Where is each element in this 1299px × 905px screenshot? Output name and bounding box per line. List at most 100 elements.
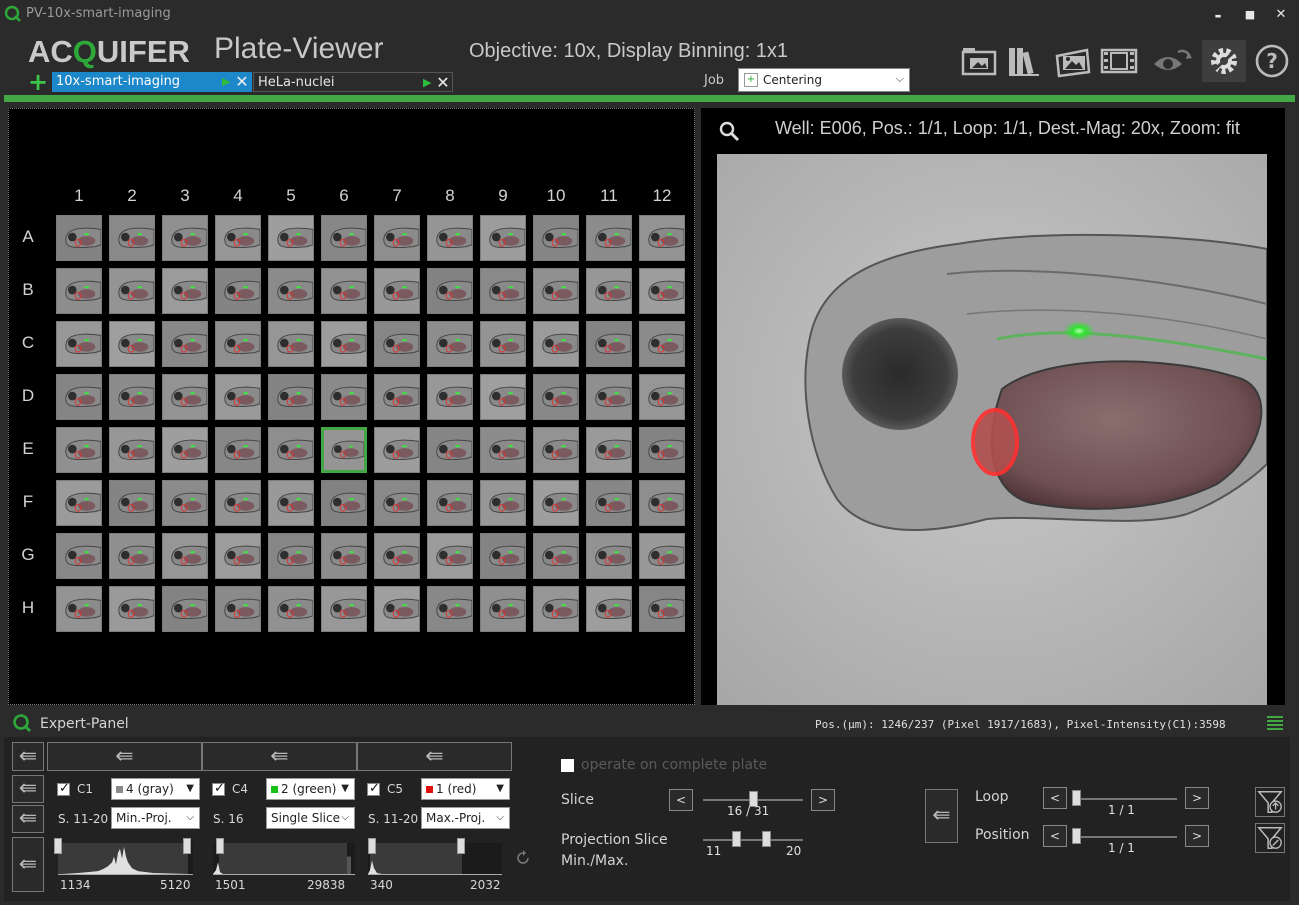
- channel-c4-mode-select[interactable]: Single Slice ⌵: [266, 807, 355, 829]
- loop-slider-thumb[interactable]: [1072, 790, 1081, 806]
- well-D10[interactable]: [533, 374, 579, 420]
- well-A3[interactable]: [162, 215, 208, 261]
- well-G3[interactable]: [162, 533, 208, 579]
- well-A2[interactable]: [109, 215, 155, 261]
- view-sync-button[interactable]: [1150, 40, 1194, 82]
- well-A6[interactable]: [321, 215, 367, 261]
- microscope-image[interactable]: [717, 154, 1268, 705]
- well-B3[interactable]: [162, 268, 208, 314]
- channel-c5-min-handle[interactable]: [368, 838, 376, 854]
- well-F9[interactable]: [480, 480, 526, 526]
- well-D1[interactable]: [56, 374, 102, 420]
- column-header-5[interactable]: 5: [268, 186, 314, 206]
- well-C3[interactable]: [162, 321, 208, 367]
- well-A10[interactable]: [533, 215, 579, 261]
- well-F3[interactable]: [162, 480, 208, 526]
- well-A7[interactable]: [374, 215, 420, 261]
- well-B4[interactable]: [215, 268, 261, 314]
- channel-c4-min-handle[interactable]: [216, 838, 224, 854]
- channel-c1-checkbox[interactable]: [57, 781, 70, 796]
- well-A12[interactable]: [639, 215, 685, 261]
- well-G12[interactable]: [639, 533, 685, 579]
- row-header-H[interactable]: H: [14, 598, 42, 618]
- channel-c4-checkbox[interactable]: [212, 781, 225, 796]
- well-H10[interactable]: [533, 586, 579, 632]
- loop-next-button[interactable]: >: [1185, 787, 1209, 809]
- well-F12[interactable]: [639, 480, 685, 526]
- row-header-G[interactable]: G: [14, 545, 42, 565]
- well-E11[interactable]: [586, 427, 632, 473]
- channel-c5-max-handle[interactable]: [457, 838, 465, 854]
- well-B8[interactable]: [427, 268, 473, 314]
- channel-c1-histogram[interactable]: [58, 843, 193, 875]
- well-F2[interactable]: [109, 480, 155, 526]
- well-D3[interactable]: [162, 374, 208, 420]
- well-E12[interactable]: [639, 427, 685, 473]
- well-H2[interactable]: [109, 586, 155, 632]
- channel-c1-max-handle[interactable]: [183, 838, 191, 854]
- position-slider-track[interactable]: [1073, 836, 1177, 838]
- well-D5[interactable]: [268, 374, 314, 420]
- column-header-2[interactable]: 2: [109, 186, 155, 206]
- well-D11[interactable]: [586, 374, 632, 420]
- well-C7[interactable]: [374, 321, 420, 367]
- projection-max-thumb[interactable]: [762, 831, 771, 847]
- column-header-10[interactable]: 10: [533, 186, 579, 206]
- well-H9[interactable]: [480, 586, 526, 632]
- zoom-icon[interactable]: [718, 120, 742, 144]
- well-C8[interactable]: [427, 321, 473, 367]
- well-G2[interactable]: [109, 533, 155, 579]
- column-header-6[interactable]: 6: [321, 186, 367, 206]
- well-C11[interactable]: [586, 321, 632, 367]
- play-icon[interactable]: ▶: [423, 73, 435, 93]
- row-header-F[interactable]: F: [14, 492, 42, 512]
- loop-position-collapse-button[interactable]: ⇚: [925, 789, 958, 843]
- well-H12[interactable]: [639, 586, 685, 632]
- channel-c5-color-select[interactable]: 1 (red) ▼: [421, 778, 510, 800]
- image-export-button[interactable]: [1051, 40, 1095, 82]
- column-header-1[interactable]: 1: [56, 186, 102, 206]
- position-prev-button[interactable]: <: [1043, 825, 1067, 847]
- well-B10[interactable]: [533, 268, 579, 314]
- well-H8[interactable]: [427, 586, 473, 632]
- well-E8[interactable]: [427, 427, 473, 473]
- tab-10x-smart-imaging[interactable]: 10x-smart-imaging ▶ ✕: [52, 72, 252, 92]
- well-E2[interactable]: [109, 427, 155, 473]
- well-B9[interactable]: [480, 268, 526, 314]
- well-H6[interactable]: [321, 586, 367, 632]
- job-select[interactable]: + Centering ⌵: [738, 68, 910, 92]
- well-E1[interactable]: [56, 427, 102, 473]
- well-H1[interactable]: [56, 586, 102, 632]
- well-A11[interactable]: [586, 215, 632, 261]
- well-G10[interactable]: [533, 533, 579, 579]
- reset-icon[interactable]: [515, 850, 531, 866]
- settings-button[interactable]: [1202, 40, 1246, 82]
- row-header-D[interactable]: D: [14, 386, 42, 406]
- close-window-button[interactable]: ✕: [1268, 5, 1294, 25]
- help-button[interactable]: ?: [1250, 40, 1294, 82]
- well-F11[interactable]: [586, 480, 632, 526]
- channel-c5-histogram[interactable]: [368, 843, 502, 875]
- well-B1[interactable]: [56, 268, 102, 314]
- column-header-3[interactable]: 3: [162, 186, 208, 206]
- well-D8[interactable]: [427, 374, 473, 420]
- well-E3[interactable]: [162, 427, 208, 473]
- collapse-all-button[interactable]: ⇚: [12, 742, 44, 771]
- well-F1[interactable]: [56, 480, 102, 526]
- well-H5[interactable]: [268, 586, 314, 632]
- channel-c5-mode-select[interactable]: Max.-Proj. ⌵: [421, 807, 510, 829]
- row-header-C[interactable]: C: [14, 333, 42, 353]
- operate-complete-plate-checkbox[interactable]: [561, 759, 574, 772]
- projection-min-thumb[interactable]: [732, 831, 741, 847]
- well-F10[interactable]: [533, 480, 579, 526]
- well-D12[interactable]: [639, 374, 685, 420]
- well-F8[interactable]: [427, 480, 473, 526]
- well-A1[interactable]: [56, 215, 102, 261]
- well-C2[interactable]: [109, 321, 155, 367]
- well-E6[interactable]: [321, 427, 367, 473]
- column-header-4[interactable]: 4: [215, 186, 261, 206]
- well-H11[interactable]: [586, 586, 632, 632]
- well-F6[interactable]: [321, 480, 367, 526]
- well-D7[interactable]: [374, 374, 420, 420]
- position-next-button[interactable]: >: [1185, 825, 1209, 847]
